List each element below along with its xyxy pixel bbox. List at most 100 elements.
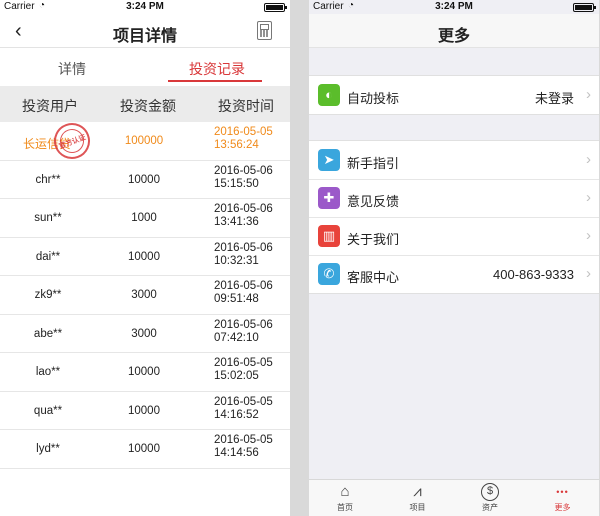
investment-amount: 100000 [124,135,164,147]
investment-clock: 13:41:36 [214,216,259,228]
menu-item[interactable]: ➤ 新手指引 › [309,141,599,179]
table-row: lyd** 10000 2016-05-05 14:14:56 [0,430,290,469]
investment-date: 2016-05-05 [214,357,273,369]
investor-name: abe** [33,327,63,340]
table-row: lao** 10000 2016-05-05 15:02:05 [0,353,290,392]
investment-time: 2016-05-06 13:41:36 [214,203,273,229]
puzzle-icon: ✚ [318,187,340,209]
chart-icon: ⩘ [413,483,422,500]
chevron-right-icon: › [586,265,591,282]
tab-label: 更多 [554,503,571,512]
bottom-tab-bar: ⌂ 首页 ⩘ 项目 $ 资产 ••• 更多 [309,479,599,516]
menu-item-value: 未登录 [534,91,574,106]
tab-home[interactable]: ⌂ 首页 [309,480,381,516]
navigation-arrow-icon: ➤ [318,149,340,171]
status-time: 3:24 PM [126,1,164,12]
tab-label: 资产 [482,503,498,512]
project-detail-screen: Carrier ◔ 3:24 PM ‹ 项目详情 详情 投资记录 投资用户 投资… [0,0,290,516]
investment-date: 2016-05-06 [214,164,273,177]
page-title: 项目详情 [112,28,177,45]
investment-date: 2016-05-06 [214,241,273,254]
more-screen: Carrier ◔ 3:24 PM 更多 ◐ 自动投标 未登录 › ➤ 新手指引 › ✚ 意见… [309,0,599,516]
table-row: 长运信贷 100000 2016-05-05 13:56:24 官方认证 [0,117,290,165]
investment-amount: 10000 [128,443,160,455]
column-header-time: 投资时间 [218,98,274,114]
status-bar: Carrier ◔ 3:24 PM [309,0,599,14]
table-row: dai** 10000 2016-05-06 10:32:31 [0,238,290,276]
tab-dollar[interactable]: $ 资产 [454,480,526,516]
menu-item-label: 自动投标 [347,91,400,106]
investment-time: 2016-05-06 15:15:50 [214,165,273,191]
home-icon: ⌂ [340,483,350,500]
menu-item-label: 意见反馈 [347,194,400,209]
investment-time: 2016-05-05 13:56:24 [214,126,273,152]
menu-item[interactable]: ▥ 关于我们 › [309,217,599,255]
table-header: 投资用户 投资金额 投资时间 [0,86,290,122]
official-seal-stamp: 官方认证 [48,117,96,165]
tab-chart[interactable]: ⩘ 项目 [382,480,454,516]
column-header-amount: 投资金额 [120,98,176,114]
nav-bar: 更多 [309,14,599,48]
table-row: sun** 1000 2016-05-06 13:41:36 [0,199,290,238]
calculator-icon[interactable] [257,21,272,40]
investment-time: 2016-05-05 14:14:56 [214,434,273,460]
table-row: qua** 10000 2016-05-05 14:16:52 [0,392,290,430]
status-time: 3:24 PM [435,1,473,12]
tab-label: 首页 [337,503,353,512]
investment-clock: 13:56:24 [214,139,259,151]
investment-clock: 15:15:50 [214,177,259,190]
investor-name: dai** [35,250,61,263]
investment-date: 2016-05-05 [214,434,273,446]
investment-time: 2016-05-06 07:42:10 [214,319,273,345]
investment-amount: 10000 [128,404,160,417]
column-header-user: 投资用户 [22,98,78,114]
investment-clock: 10:32:31 [214,254,259,267]
investment-amount: 10000 [128,366,160,378]
tab-more-dots[interactable]: ••• 更多 [527,480,599,516]
investor-name: zk9** [34,289,62,301]
investor-name: sun** [34,212,62,224]
settings-group-2: ➤ 新手指引 › ✚ 意见反馈 › ▥ 关于我们 › ✆ 客服中心 400-863-9333 › [309,140,599,294]
menu-item-label: 客服中心 [347,270,400,285]
chevron-right-icon: › [586,227,591,244]
tab-label: 项目 [409,503,426,512]
detail-tabs: 详情 投资记录 [0,49,290,86]
investor-name: lyd** [36,443,60,455]
investment-clock: 07:42:10 [214,331,259,344]
investment-clock: 14:14:56 [214,447,259,459]
menu-item[interactable]: ◐ 自动投标 未登录 › [309,76,599,114]
table-row: zk9** 3000 2016-05-06 09:51:48 [0,276,290,315]
gift-icon: ▥ [318,225,340,247]
menu-item[interactable]: ✆ 客服中心 400-863-9333 › [309,255,599,293]
investment-date: 2016-05-06 [214,203,273,215]
tab-investment-records[interactable]: 投资记录 [189,59,245,79]
investment-date: 2016-05-06 [214,318,273,331]
investor-name: qua** [33,404,63,417]
chevron-right-icon: › [586,189,591,206]
investment-amount: 10000 [128,173,160,186]
investment-clock: 09:51:48 [214,293,259,305]
battery-icon [264,3,287,12]
stamp-text: 官方认证 [58,134,87,151]
investment-date: 2016-05-05 [214,395,273,408]
menu-item-label: 关于我们 [347,232,400,247]
investment-time: 2016-05-05 15:02:05 [214,357,273,383]
investment-time: 2016-05-05 14:16:52 [214,396,273,422]
tab-details[interactable]: 详情 [58,59,86,79]
status-bar: Carrier ◔ 3:24 PM [0,0,290,14]
nav-bar: ‹ 项目详情 [0,14,290,48]
chevron-right-icon: › [586,151,591,168]
investment-amount: 1000 [131,212,157,224]
investment-amount: 3000 [131,289,157,301]
dollar-icon: $ [481,483,499,501]
investment-date: 2016-05-05 [214,126,273,138]
auto-bid-icon: ◐ [318,84,340,106]
investment-amount: 10000 [128,250,160,263]
app-screenshot: Carrier ◔ 3:24 PM ‹ 项目详情 详情 投资记录 投资用户 投资… [0,0,600,516]
investment-records-table: 长运信贷 100000 2016-05-05 13:56:24 官方认证 chr** 100… [0,117,290,469]
menu-item[interactable]: ✚ 意见反馈 › [309,179,599,217]
investment-time: 2016-05-06 10:32:31 [214,242,273,268]
phone-icon: ✆ [318,263,340,285]
battery-icon [573,3,596,12]
page-title: 更多 [437,28,470,45]
